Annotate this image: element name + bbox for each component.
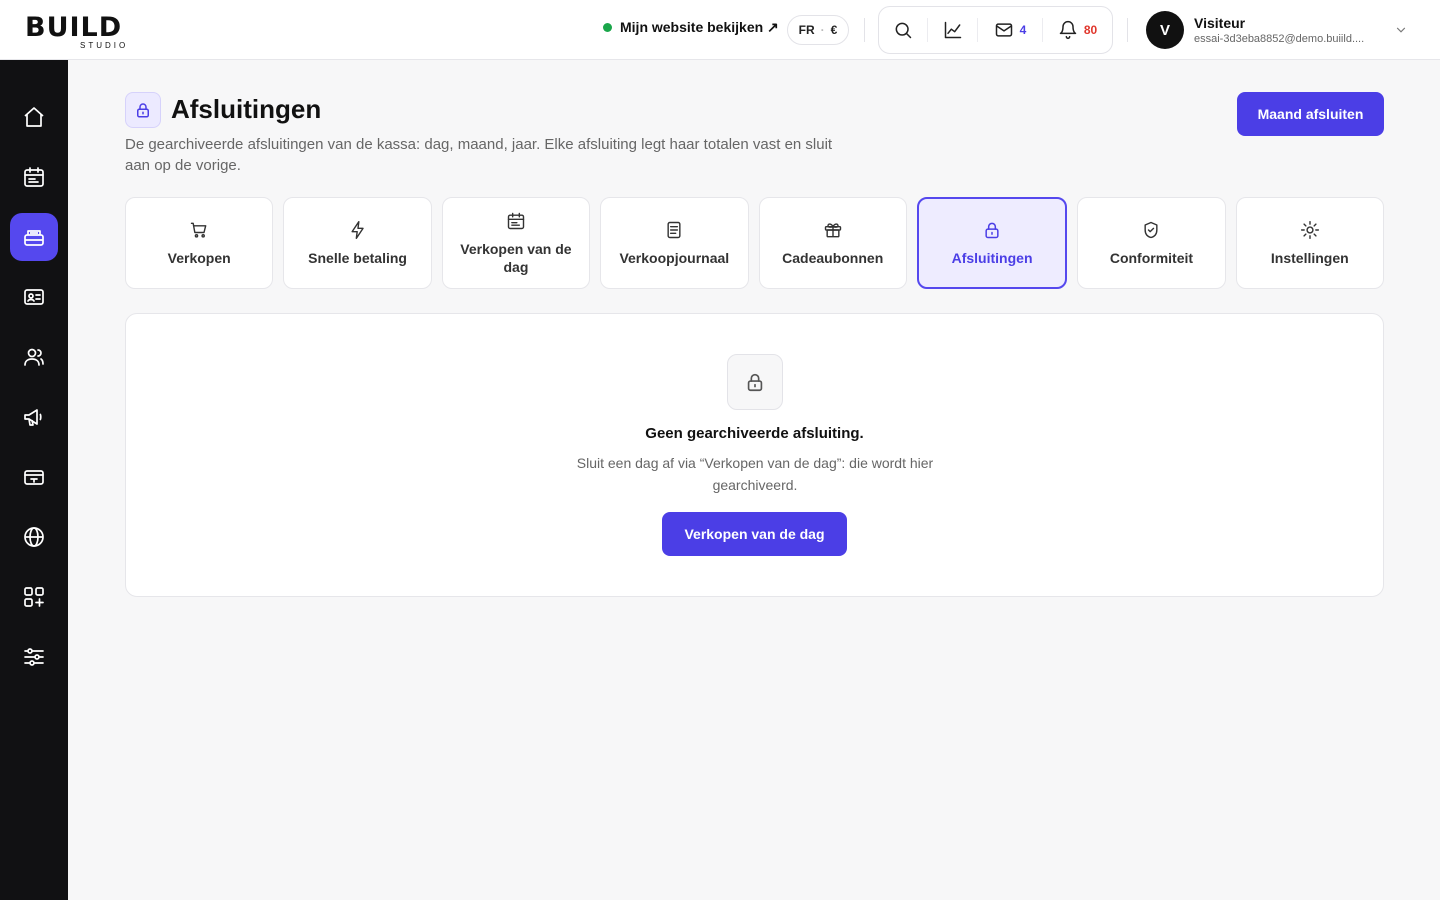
bell-icon	[1059, 20, 1077, 40]
tab-label: Snelle betaling	[308, 249, 407, 266]
messages-button[interactable]: 4	[977, 18, 1042, 42]
sidebar-item-website[interactable]	[10, 513, 58, 561]
megaphone-icon	[24, 409, 42, 426]
logo-subtitle: STUDIO	[80, 41, 129, 50]
page-description: De gearchiveerde afsluitingen van de kas…	[125, 136, 833, 174]
language-currency-selector[interactable]: FR · €	[787, 15, 849, 45]
separator-dot: ·	[820, 23, 825, 37]
ticket-icon	[24, 470, 44, 485]
lock-icon	[137, 103, 149, 118]
tab-compliance[interactable]: Conformiteit	[1077, 197, 1226, 289]
lightning-icon	[351, 220, 364, 239]
calendar-icon	[24, 167, 44, 187]
sidebar-item-home[interactable]	[10, 93, 58, 141]
chevron-down-icon	[1396, 27, 1406, 33]
sidebar-item-cash-register[interactable]	[10, 213, 58, 261]
daily-sales-button[interactable]: Verkopen van de dag	[662, 512, 847, 556]
apps-add-icon	[24, 587, 44, 607]
user-info: Visiteur essai-3d3eba8852@demo.buiild...…	[1194, 15, 1389, 45]
tab-daily-sales[interactable]: Verkopen van de dag	[441, 197, 591, 289]
tab-label: Verkopen van de dag	[460, 240, 572, 275]
analytics-button[interactable]	[927, 18, 977, 42]
chart-line-icon	[944, 21, 961, 39]
sidebar-item-users[interactable]	[10, 333, 58, 381]
user-menu[interactable]: V Visiteur essai-3d3eba8852@demo.buiild.…	[1146, 11, 1406, 49]
tab-label: Afsluitingen	[951, 249, 1033, 266]
user-email: essai-3d3eba8852@demo.buiild....	[1194, 33, 1365, 45]
avatar: V	[1146, 11, 1184, 49]
sun-gear-icon	[1300, 220, 1319, 239]
mail-count: 4	[1019, 23, 1027, 37]
view-website-label: Mijn website bekijken ↗	[620, 19, 779, 35]
closings-panel: Geen gearchiveerde afsluiting. Sluit een…	[125, 313, 1384, 597]
tab-gift-cards[interactable]: Cadeaubonnen	[758, 197, 907, 289]
page-lock-badge	[125, 92, 161, 128]
currency-symbol: €	[830, 23, 838, 37]
users-icon	[24, 348, 44, 366]
empty-state-text: Sluit een dag af via “Verkopen van de da…	[576, 455, 934, 493]
online-status-dot	[603, 23, 612, 32]
pos-tabs: Verkopen Snelle betaling Verkopen van de…	[125, 197, 1384, 289]
top-bar: BUILD STUDIO Mijn website bekijken ↗ FR …	[0, 0, 1440, 60]
tab-sales[interactable]: Verkopen	[125, 197, 274, 289]
home-icon	[24, 107, 44, 127]
logo-text: BUILD	[25, 12, 123, 43]
page-title: Afsluitingen	[171, 94, 322, 124]
document-icon	[667, 221, 681, 238]
sidebar-item-calendar[interactable]	[10, 153, 58, 201]
language-code: FR	[798, 23, 815, 37]
logo[interactable]: BUILD STUDIO	[25, 9, 185, 53]
tab-label: Verkopen	[167, 249, 231, 266]
divider	[864, 18, 865, 42]
close-month-button[interactable]: Maand afsluiten	[1237, 92, 1384, 136]
sidebar	[0, 60, 68, 900]
tab-label: Conformiteit	[1109, 249, 1194, 266]
notifications-button[interactable]: 80	[1042, 18, 1112, 42]
sliders-icon	[24, 648, 44, 666]
gift-icon	[824, 222, 841, 237]
user-name: Visiteur	[1194, 15, 1246, 31]
empty-state-title: Geen gearchiveerde afsluiting.	[645, 425, 864, 442]
search-button[interactable]	[879, 7, 927, 53]
tab-sales-journal[interactable]: Verkoopjournaal	[600, 197, 749, 289]
tab-quick-payment[interactable]: Snelle betaling	[283, 197, 432, 289]
divider	[1127, 18, 1128, 42]
lock-icon	[747, 373, 763, 392]
cash-register-icon	[24, 230, 44, 246]
tab-label: Cadeaubonnen	[782, 249, 884, 266]
calendar-icon	[507, 212, 525, 229]
sidebar-item-apps[interactable]	[10, 573, 58, 621]
sidebar-item-settings[interactable]	[10, 633, 58, 681]
shield-check-icon	[1144, 221, 1158, 238]
lock-icon	[985, 222, 999, 238]
sidebar-item-vouchers[interactable]	[10, 453, 58, 501]
search-icon	[895, 22, 912, 39]
sidebar-item-marketing[interactable]	[10, 393, 58, 441]
view-website-link[interactable]: Mijn website bekijken ↗	[603, 19, 779, 36]
globe-icon	[24, 527, 44, 547]
empty-state-badge	[727, 354, 783, 410]
tab-label: Instellingen	[1270, 249, 1349, 266]
tab-label: Verkoopjournaal	[619, 249, 730, 266]
tab-settings[interactable]: Instellingen	[1235, 197, 1384, 289]
mail-icon	[995, 23, 1012, 37]
tab-closings[interactable]: Afsluitingen	[916, 197, 1068, 289]
notification-count: 80	[1083, 23, 1098, 37]
header-toolbar: 4 80	[878, 6, 1113, 54]
id-card-icon	[24, 289, 44, 305]
sidebar-item-contacts[interactable]	[10, 273, 58, 321]
cart-icon	[190, 222, 207, 238]
